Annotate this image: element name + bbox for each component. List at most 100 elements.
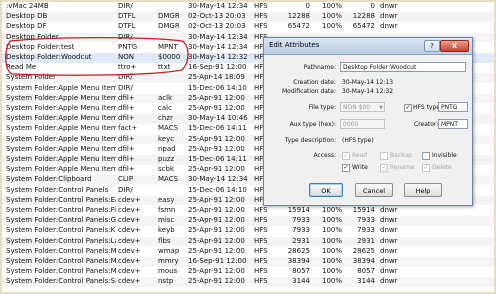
- table-row[interactable]: :vMac 24MB DIR/30-May-14 12:34 HFS 0 100% 0 dn…: [2, 2, 494, 12]
- file-name: System Folder:Control Panels:M...: [6, 267, 116, 276]
- file-format: HFS: [254, 22, 268, 31]
- file-name: System Folder:Control Panels:La...: [6, 236, 116, 245]
- file-date: 30-May-14 12:34: [188, 2, 248, 10]
- table-row[interactable]: System Folder:Control Panels:K... cdev+ ke…: [2, 226, 494, 236]
- file-type: cdev+: [118, 257, 141, 265]
- file-date: 15-Dec-06 14:10: [188, 83, 247, 92]
- file-type-select[interactable]: NON $00 ▼: [340, 102, 385, 112]
- file-name: Desktop Folder:test: [6, 42, 75, 51]
- file-type: PNTG: [118, 42, 138, 51]
- file-creator: easy: [158, 195, 175, 204]
- cancel-button[interactable]: Cancel: [355, 183, 393, 197]
- file-size-2: 3144: [357, 277, 375, 286]
- modification-date-value: 30-May-14 12:32: [342, 88, 394, 95]
- help-icon[interactable]: ?: [424, 40, 440, 52]
- invisible-label: Invisible: [432, 152, 457, 159]
- file-size: 7933: [292, 216, 310, 225]
- file-access: dnwr: [380, 22, 398, 31]
- rename-checkbox[interactable]: ✓: [380, 164, 388, 172]
- table-row[interactable]: Desktop DF DTFL DMGR 02-Oct-13 20:03 HFS 6547…: [2, 22, 494, 32]
- table-row[interactable]: System Folder:Control Panels:G... cdev+ mi…: [2, 216, 494, 226]
- file-type: CLIP: [118, 175, 134, 184]
- chevron-down-icon: ▼: [379, 105, 383, 111]
- file-format: HFS: [254, 277, 268, 286]
- hfs-type-field[interactable]: PNTG: [438, 102, 468, 112]
- file-format: HFS: [254, 236, 268, 245]
- table-row[interactable]: System Folder:Control Panels:Fil... cdev+…: [2, 206, 494, 216]
- backup-label: Backup: [390, 152, 412, 159]
- file-creator: DMGR: [158, 12, 180, 21]
- table-row[interactable]: System Folder:Control Panels:M... cdev+ wm…: [2, 246, 494, 257]
- table-row[interactable]: System Folder:Control Panels:La... cdev+ f…: [2, 236, 494, 247]
- file-name: Read Me: [6, 63, 37, 72]
- file-creator: wmap: [158, 246, 180, 255]
- file-creator: fsmn: [158, 206, 176, 214]
- file-format: HFS: [254, 206, 268, 214]
- file-type: dfil+: [118, 165, 135, 174]
- file-size-2: 15914: [352, 206, 375, 214]
- dialog-titlebar[interactable]: Edit Attributes ? x: [264, 38, 472, 55]
- read-checkbox[interactable]: ✓: [342, 152, 350, 160]
- table-row[interactable]: Desktop DB DTFL DMGR 02-Oct-13 20:03 HFS 1228…: [2, 12, 494, 22]
- file-name: System Folder:Control Panels:K...: [6, 226, 116, 235]
- file-type: cdev+: [118, 206, 141, 214]
- file-creator: calc: [158, 104, 172, 112]
- file-access: dnwr: [380, 236, 398, 245]
- file-date: 25-Apr-91 12:00: [188, 134, 245, 143]
- file-size: 65472: [287, 22, 310, 31]
- table-row[interactable]: System Folder:Control Panels:M... cdev+ mm…: [2, 257, 494, 267]
- file-type: dfil+: [118, 144, 135, 153]
- file-creator: ttxt: [158, 63, 171, 72]
- file-creator: MACS: [158, 124, 179, 133]
- aux-type-field[interactable]: 0000: [340, 119, 385, 129]
- file-name: System Folder: [6, 73, 56, 82]
- file-type: dfil+: [118, 93, 135, 102]
- delete-checkbox[interactable]: ✓: [422, 164, 430, 172]
- file-format: HFS: [254, 2, 268, 10]
- file-date: 30-May-14 12:34: [188, 175, 248, 184]
- access-label: Access:: [313, 152, 336, 159]
- hfs-type-checkbox[interactable]: ✓: [404, 104, 412, 112]
- file-percent: 100%: [321, 226, 342, 235]
- close-icon[interactable]: x: [440, 40, 469, 52]
- help-button[interactable]: Help: [404, 183, 442, 197]
- file-name: System Folder:Control Panels:Ea...: [6, 195, 116, 204]
- file-access: dnwr: [380, 267, 398, 276]
- file-format: HFS: [254, 246, 268, 255]
- file-access: dnwr: [380, 257, 398, 265]
- backup-checkbox[interactable]: [380, 152, 388, 160]
- file-creator: puzz: [158, 155, 175, 163]
- file-size-2: 0: [370, 2, 375, 10]
- file-name: System Folder:Control Panels: [6, 185, 109, 194]
- file-name: System Folder:Apple Menu Item...: [6, 124, 116, 133]
- pathname-label: Pathname:: [303, 64, 336, 71]
- file-type: cdev+: [118, 236, 141, 245]
- file-creator: nstp: [158, 277, 174, 286]
- file-percent: 100%: [321, 206, 342, 214]
- read-label: Read: [352, 152, 368, 159]
- pathname-field[interactable]: Desktop Folder:Woodcut: [340, 62, 466, 72]
- file-creator: npad: [158, 144, 176, 153]
- file-type: dfil+: [118, 104, 135, 112]
- aux-type-label: Aux type (hex):: [289, 121, 336, 128]
- file-access: dnwr: [380, 12, 398, 21]
- creator-field[interactable]: MPNT: [438, 119, 468, 129]
- file-date: 25-Apr-91 12:00: [188, 226, 245, 235]
- table-row[interactable]: System Folder:Control Panels:S... cdev+ ns…: [2, 277, 494, 287]
- write-checkbox[interactable]: ✓: [342, 164, 350, 172]
- file-creator: scbk: [158, 165, 174, 174]
- invisible-checkbox[interactable]: [422, 152, 430, 160]
- table-row[interactable]: System Folder:Control Panels:M... cdev+ mo…: [2, 267, 494, 277]
- file-name: System Folder:Control Panels:M...: [6, 257, 116, 265]
- file-date: 16-Sep-91 12:00: [188, 257, 247, 265]
- file-type: dfil+: [118, 155, 135, 163]
- file-type: NON: [118, 53, 134, 61]
- file-date: 25-Apr-91 12:00: [188, 144, 245, 153]
- file-format: HFS: [254, 257, 268, 265]
- ok-button[interactable]: OK: [309, 183, 343, 197]
- edit-attributes-dialog: Edit Attributes ? x Pathname: Desktop Fo…: [263, 37, 473, 206]
- type-description-value: (HFS type): [342, 137, 374, 144]
- file-creator: flbs: [158, 236, 171, 245]
- file-access: dnwr: [380, 206, 398, 214]
- file-date: 25-Apr-91 12:00: [188, 93, 245, 102]
